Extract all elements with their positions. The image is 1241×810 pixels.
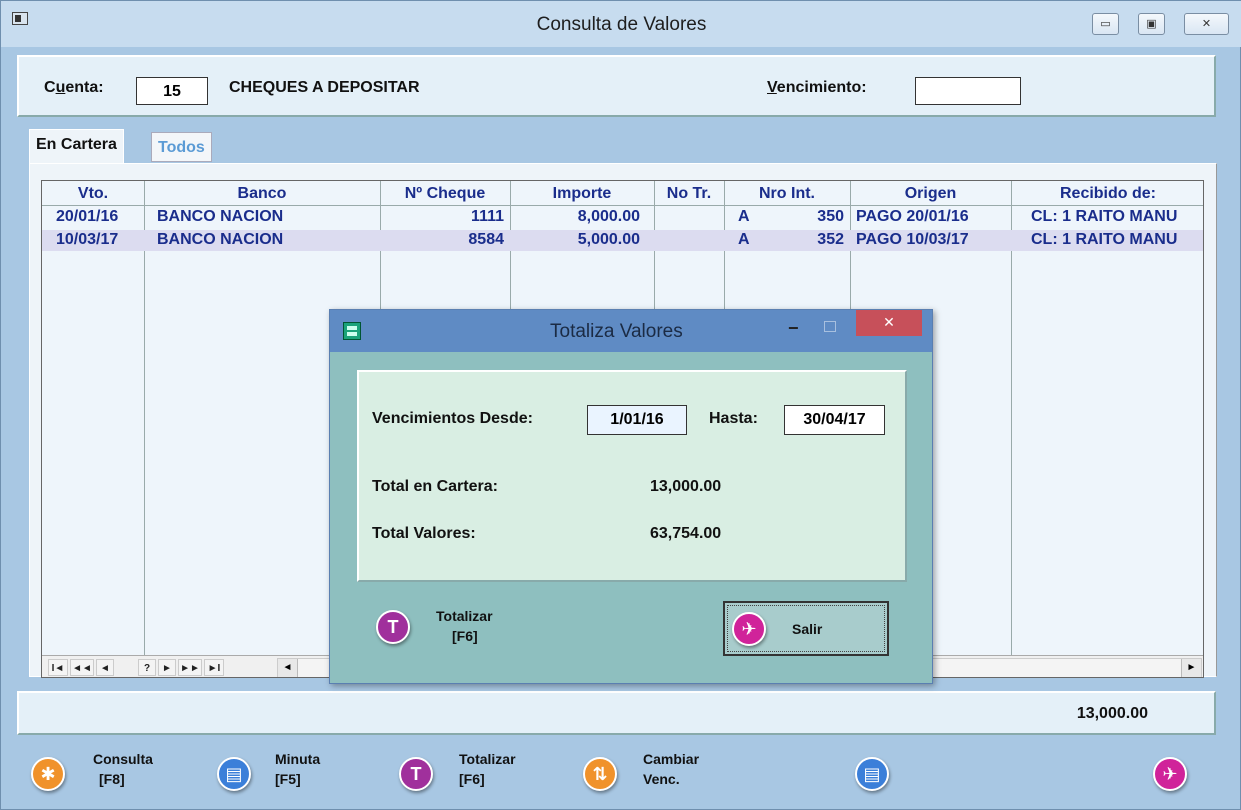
cartera-value: 13,000.00 [650, 478, 722, 495]
scroll-left-icon[interactable]: ◄ [278, 659, 298, 677]
document-icon: ▤ [855, 757, 889, 791]
exit-walker-icon: ✈ [732, 612, 766, 646]
valores-value: 63,754.00 [650, 525, 722, 542]
col-header-cheque[interactable]: Nº Cheque [380, 181, 510, 205]
nav-last-button[interactable]: ►I [204, 659, 224, 676]
dialog-maximize-button[interactable] [824, 321, 836, 332]
col-header-importe[interactable]: Importe [510, 181, 654, 205]
cell-cheque: 8584 [468, 231, 504, 248]
dialog-close-button[interactable]: ✕ [856, 310, 922, 336]
cell-cheque: 1111 [471, 208, 504, 225]
minuta-label: Minuta [275, 751, 321, 767]
dialog-totalizar-button[interactable]: T Totalizar [F6] [374, 606, 504, 656]
nav-find-button[interactable]: ? [138, 659, 156, 676]
totaliza-valores-dialog: Totaliza Valores − ✕ Vencimientos Desde:… [329, 309, 933, 684]
cell-vto: 10/03/17 [56, 231, 119, 248]
cell-nroint-number: 350 [817, 208, 844, 225]
minuta-key: [F5] [275, 771, 301, 787]
swap-icon: ⇅ [583, 757, 617, 791]
minuta-button[interactable]: ▤ Minuta [F5] [215, 749, 355, 803]
nav-prev-button[interactable]: ◄ [96, 659, 114, 676]
desde-label: Vencimientos Desde: [372, 410, 533, 427]
consulta-button[interactable]: ✱ Consulta [F8] [27, 749, 167, 803]
account-name: CHEQUES A DEPOSITAR [229, 79, 420, 96]
cell-recibido: CL: 1 RAITO MANU [1031, 231, 1178, 248]
cell-origen: PAGO 20/01/16 [856, 208, 969, 225]
cell-nroint-letter: A [738, 208, 750, 225]
tab-en-cartera[interactable]: En Cartera [29, 129, 124, 163]
consulta-key: [F8] [99, 771, 125, 787]
col-header-nroint[interactable]: Nro Int. [724, 181, 850, 205]
consulta-label: Consulta [93, 751, 153, 767]
valores-label: Total Valores: [372, 525, 476, 542]
cell-banco: BANCO NACION [157, 231, 284, 248]
cell-origen: PAGO 10/03/17 [856, 231, 969, 248]
hasta-field[interactable]: 30/04/17 [784, 405, 885, 435]
cell-importe: 5,000.00 [577, 231, 640, 248]
cartera-label: Total en Cartera: [372, 478, 498, 495]
due-date-field[interactable] [915, 77, 1021, 105]
account-label: Cuenta: [44, 79, 104, 96]
cell-vto: 20/01/16 [56, 208, 119, 225]
close-button[interactable]: ✕ [1184, 13, 1229, 35]
maximize-button[interactable]: ▣ [1138, 13, 1165, 35]
nav-first-button[interactable]: I◄ [48, 659, 68, 676]
cell-recibido: CL: 1 RAITO MANU [1031, 208, 1178, 225]
total-icon: T [399, 757, 433, 791]
dialog-totals-panel: Vencimientos Desde: 1/01/16 Hasta: 30/04… [357, 370, 907, 582]
cambiar-venc-button[interactable]: ⇅ Cambiar Venc. [581, 749, 731, 803]
total-icon: T [376, 610, 410, 644]
scroll-right-icon[interactable]: ► [1181, 659, 1201, 677]
col-header-origen[interactable]: Origen [850, 181, 1011, 205]
exit-button[interactable]: ✈ [1151, 749, 1201, 803]
cell-importe: 8,000.00 [577, 208, 640, 225]
dialog-title: Totaliza Valores [550, 321, 683, 342]
totalizar-button[interactable]: T Totalizar [F6] [397, 749, 547, 803]
document-button[interactable]: ▤ [853, 749, 903, 803]
hasta-label: Hasta: [709, 410, 758, 427]
totalizar-key: [F6] [459, 771, 485, 787]
salir-label: Salir [792, 621, 823, 637]
minimize-button[interactable]: ▭ [1092, 13, 1119, 35]
cell-banco: BANCO NACION [157, 208, 284, 225]
table-row[interactable]: 10/03/17 BANCO NACION 8584 5,000.00 A 35… [42, 230, 1203, 251]
title-bar[interactable]: Consulta de Valores ▭ ▣ ✕ [1, 1, 1241, 47]
nav-prev-page-button[interactable]: ◄◄ [70, 659, 94, 676]
desde-field[interactable]: 1/01/16 [587, 405, 687, 435]
tab-todos[interactable]: Todos [151, 132, 212, 162]
col-header-recibido[interactable]: Recibido de: [1011, 181, 1203, 205]
cell-nroint-letter: A [738, 231, 750, 248]
dialog-title-bar[interactable]: Totaliza Valores − ✕ [330, 310, 932, 352]
nav-next-page-button[interactable]: ►► [178, 659, 202, 676]
due-date-label: Vencimiento: [767, 79, 867, 96]
document-icon: ▤ [217, 757, 251, 791]
col-header-vto[interactable]: Vto. [42, 181, 144, 205]
dialog-totalizar-key: [F6] [452, 628, 478, 644]
salir-button[interactable]: ✈ Salir [723, 601, 889, 656]
col-header-notr[interactable]: No Tr. [654, 181, 724, 205]
cambiar-label: Cambiar [643, 751, 700, 767]
cell-nroint-number: 352 [817, 231, 844, 248]
account-field[interactable]: 15 [136, 77, 208, 105]
window-title: Consulta de Valores [536, 14, 707, 35]
table-row[interactable]: 20/01/16 BANCO NACION 1111 8,000.00 A 35… [42, 207, 1203, 228]
star-icon: ✱ [31, 757, 65, 791]
calculator-icon[interactable] [343, 322, 361, 340]
col-header-banco[interactable]: Banco [144, 181, 380, 205]
footer-total: 13,000.00 [1076, 705, 1148, 722]
dialog-minimize-button[interactable]: − [788, 318, 799, 339]
totals-bar: 13,000.00 [17, 691, 1216, 735]
cambiar-label-2: Venc. [643, 771, 680, 787]
dialog-totalizar-label: Totalizar [436, 608, 493, 624]
totalizar-label: Totalizar [459, 751, 516, 767]
account-panel: Cuenta: 15 CHEQUES A DEPOSITAR Vencimien… [17, 55, 1216, 117]
exit-walker-icon: ✈ [1153, 757, 1187, 791]
nav-next-button[interactable]: ► [158, 659, 176, 676]
